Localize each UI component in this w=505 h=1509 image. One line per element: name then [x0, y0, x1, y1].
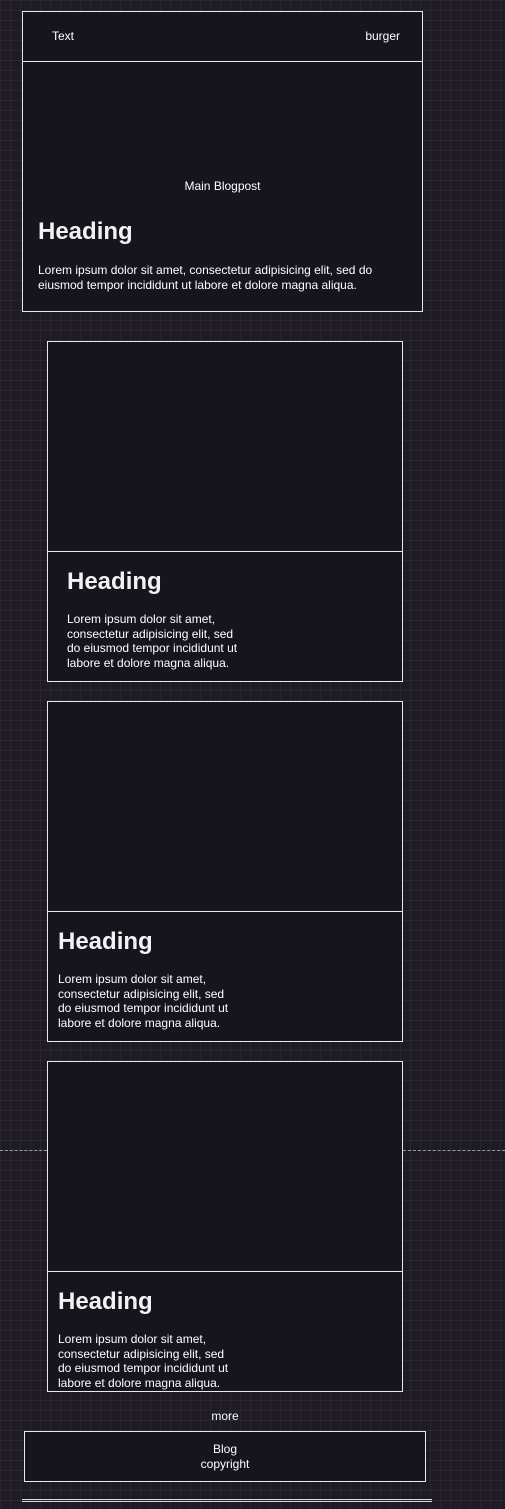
post-1-content[interactable]: Heading Lorem ipsum dolor sit amet, cons… — [47, 551, 403, 682]
site-header: Text burger — [22, 11, 423, 62]
burger-menu-button[interactable]: burger — [365, 29, 400, 43]
footer-blog-label: Blog — [212, 1442, 238, 1456]
post-1-excerpt: Lorem ipsum dolor sit amet, consectetur … — [67, 612, 238, 670]
post-2-excerpt: Lorem ipsum dolor sit amet, consectetur … — [58, 972, 229, 1030]
post-2-content[interactable]: Heading Lorem ipsum dolor sit amet, cons… — [47, 911, 403, 1042]
footer-copyright: copyright — [200, 1457, 250, 1471]
post-3-heading[interactable]: Heading — [58, 1288, 153, 1316]
main-blogpost[interactable]: Main Blogpost Heading Lorem ipsum dolor … — [22, 61, 423, 312]
fold-line-left — [0, 1150, 47, 1151]
more-button[interactable]: more — [0, 1409, 450, 1423]
post-3-excerpt: Lorem ipsum dolor sit amet, consectetur … — [58, 1332, 229, 1390]
post-1-heading[interactable]: Heading — [67, 568, 162, 596]
post-3-image[interactable] — [47, 1061, 403, 1272]
main-blogpost-heading[interactable]: Heading — [38, 218, 133, 246]
site-footer: Blog copyright — [24, 1431, 426, 1482]
post-2-heading[interactable]: Heading — [58, 928, 153, 956]
main-blogpost-image-label: Main Blogpost — [184, 179, 261, 193]
bottom-divider — [22, 1499, 432, 1502]
post-2-image[interactable] — [47, 701, 403, 912]
header-logo-text[interactable]: Text — [52, 29, 74, 43]
fold-line-right — [403, 1150, 505, 1151]
main-blogpost-excerpt: Lorem ipsum dolor sit amet, consectetur … — [38, 263, 373, 292]
post-1-image[interactable] — [47, 341, 403, 552]
post-3-content[interactable]: Heading Lorem ipsum dolor sit amet, cons… — [47, 1271, 403, 1392]
